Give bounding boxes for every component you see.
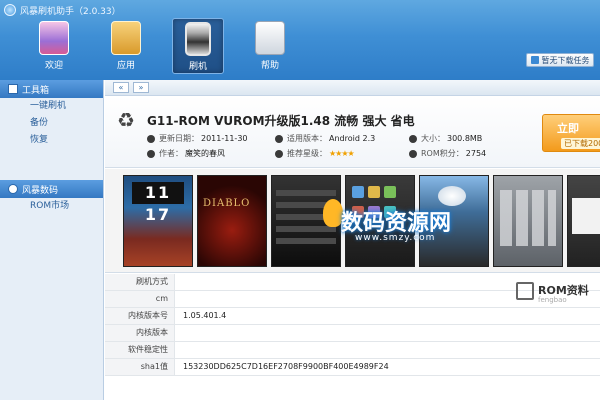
- download-icon: [530, 56, 539, 64]
- sidebar-item-restore[interactable]: 恢复: [0, 132, 103, 149]
- screenshot-thumb-7[interactable]: [567, 175, 600, 267]
- download-count: 已下载200: [561, 138, 600, 149]
- screenshot-strip: 11 17 DIABLO 数码资源网 www.smzy.com: [105, 169, 600, 273]
- dialog-box: [572, 198, 600, 234]
- meta-score: ROM积分： 2754: [409, 148, 486, 159]
- pager: « »: [105, 80, 600, 96]
- prop-value: 1.05.401.4: [183, 311, 227, 320]
- table-row: 内核版本: [105, 325, 600, 342]
- prev-page-button[interactable]: «: [113, 82, 129, 93]
- sidebar-section-storm-digital[interactable]: 风暴数码: [0, 180, 103, 198]
- screenshot-thumb-1[interactable]: 11 17: [123, 175, 193, 267]
- download-now-label: 立即: [557, 122, 579, 135]
- apps-box-icon: [111, 21, 141, 55]
- menu-row: [276, 190, 336, 196]
- app-logo-icon: [4, 4, 16, 16]
- nav-flash-label: 刷机: [188, 62, 207, 72]
- android-icon: [275, 134, 283, 143]
- prop-value: 153230DD625C7D16EF2708F9900BF400E4989F24: [183, 362, 389, 371]
- welcome-phone-icon: [39, 21, 69, 55]
- main-panel: « » ♻ G11-ROM VUROM升级版1.48 流畅 强大 省电 更新日期…: [105, 80, 600, 400]
- rom-title: G11-ROM VUROM升级版1.48 流畅 强大 省电: [147, 114, 415, 128]
- game-logo: DIABLO: [203, 198, 251, 209]
- author-icon: [147, 149, 155, 158]
- main-nav: 欢迎 应用 刷机 帮助: [28, 18, 296, 74]
- meta-size: 大小： 300.8MB: [409, 133, 482, 144]
- rom-brand-logo: ROM资料 fengbao: [516, 280, 596, 306]
- storm-digital-icon: [8, 184, 18, 194]
- meta-update-date: 更新日期： 2011-11-30: [147, 133, 248, 144]
- nav-flash[interactable]: 刷机: [172, 18, 224, 74]
- sidebar-section-title: 风暴数码: [22, 185, 59, 196]
- prop-label: sha1值: [105, 359, 175, 375]
- nav-apps-label: 应用: [116, 61, 135, 71]
- sidebar-item-backup[interactable]: 备份: [0, 115, 103, 132]
- nav-help-label: 帮助: [260, 61, 279, 71]
- meta-version: 适用版本： Android 2.3: [275, 133, 375, 144]
- download-tasks-button[interactable]: 暂无下载任务: [526, 53, 594, 67]
- rom-chip-icon: [516, 282, 534, 300]
- download-now-button[interactable]: 立即 已下载200: [542, 114, 600, 152]
- watermark-mascot-icon: [323, 199, 343, 227]
- flash-phone-icon: [185, 22, 211, 56]
- rom-info: ♻ G11-ROM VUROM升级版1.48 流畅 强大 省电 更新日期： 201…: [105, 96, 600, 168]
- help-book-icon: [255, 21, 285, 55]
- app-icon: [384, 186, 396, 198]
- size-icon: [409, 134, 417, 143]
- prop-label: 内核版本号: [105, 308, 175, 324]
- window-title-text: 风暴刷机助手（2.0.33）: [20, 6, 121, 17]
- prop-label: 软件稳定性: [105, 342, 175, 358]
- prop-label: 内核版本: [105, 325, 175, 341]
- nav-welcome[interactable]: 欢迎: [28, 18, 80, 74]
- screenshot-thumb-2[interactable]: DIABLO: [197, 175, 267, 267]
- thumb-icon: [275, 149, 283, 158]
- table-row: 内核版本号 1.05.401.4: [105, 308, 600, 325]
- meta-rating: 推荐星级： ★★★★: [275, 148, 355, 159]
- clock-icon: [147, 134, 155, 143]
- watermark-url: www.smzy.com: [355, 233, 436, 243]
- rom-properties-table: 刷机方式 cm 内核版本号 1.05.401.4 内核版本 软件稳定性 sha1…: [105, 274, 600, 400]
- next-page-button[interactable]: »: [133, 82, 149, 93]
- sidebar-item-one-click-flash[interactable]: 一键刷机: [0, 98, 103, 115]
- prop-label: 刷机方式: [105, 274, 175, 290]
- toolbox-icon: [8, 84, 18, 94]
- weather-cloud-icon: [438, 186, 466, 206]
- top-bar: 风暴刷机助手（2.0.33） 欢迎 应用 刷机 帮助 暂无下载任务: [0, 0, 600, 80]
- download-tasks-label: 暂无下载任务: [541, 55, 590, 65]
- score-icon: [409, 149, 417, 158]
- menu-row: [276, 226, 336, 232]
- clock-widget: 11 17: [132, 182, 184, 224]
- recycle-icon: ♻: [117, 108, 135, 132]
- nav-help[interactable]: 帮助: [244, 18, 296, 74]
- prop-value: [175, 325, 600, 341]
- sidebar-item-rom-market[interactable]: ROM市场: [0, 198, 103, 215]
- prop-label: cm: [105, 291, 175, 307]
- sidebar: 工具箱 一键刷机 备份 恢复 风暴数码 ROM市场: [0, 80, 104, 400]
- rom-brand-url: fengbao: [538, 296, 567, 304]
- sidebar-section-title: 工具箱: [22, 85, 50, 96]
- table-row: 软件稳定性: [105, 342, 600, 359]
- prop-value: [175, 342, 600, 358]
- window-title: 风暴刷机助手（2.0.33）: [4, 3, 121, 17]
- nav-welcome-label: 欢迎: [44, 61, 63, 71]
- app-grid: [500, 190, 556, 246]
- rating-stars: ★★★★: [329, 149, 355, 158]
- screenshot-thumb-6[interactable]: [493, 175, 563, 267]
- meta-author: 作者： 魔笑的春风: [147, 148, 225, 159]
- nav-apps[interactable]: 应用: [100, 18, 152, 74]
- app-icon: [368, 186, 380, 198]
- menu-row: [276, 238, 336, 244]
- app-icon: [352, 186, 364, 198]
- sidebar-section-toolbox[interactable]: 工具箱: [0, 80, 103, 98]
- table-row: sha1值 153230DD625C7D16EF2708F9900BF400E4…: [105, 359, 600, 376]
